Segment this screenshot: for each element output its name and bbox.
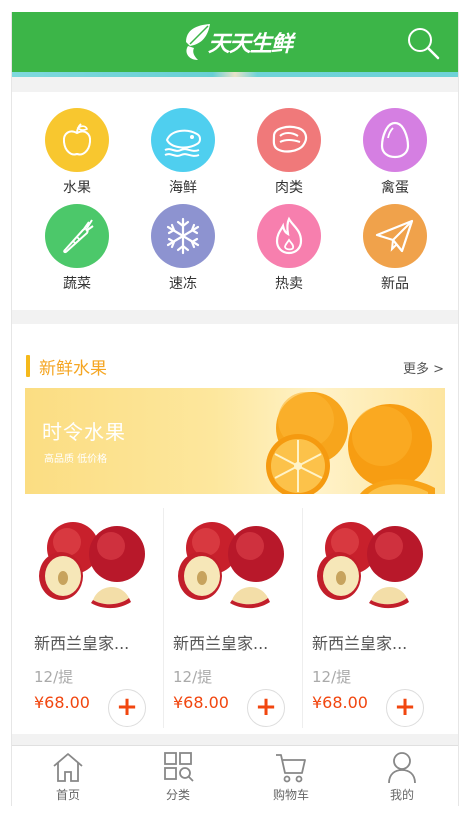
- apples-image: [317, 522, 423, 609]
- cart-icon: [276, 754, 306, 783]
- apples-image: [39, 522, 145, 609]
- section-accent-bar: [26, 355, 30, 377]
- category-eggs[interactable]: 禽蛋: [350, 108, 440, 197]
- fruit-section: 新鲜水果 更多 > 时令水果 高品质 低价格 新西兰皇家... 12/提 ¥68…: [12, 324, 458, 734]
- search-icon[interactable]: [406, 26, 440, 60]
- product-name: 新西兰皇家...: [312, 634, 408, 653]
- apple-icon: [45, 108, 109, 172]
- plus-icon: +: [116, 692, 138, 722]
- category-seafood[interactable]: 海鲜: [138, 108, 228, 197]
- tab-label: 首页: [55, 788, 80, 802]
- product-card[interactable]: 新西兰皇家... 12/提 ¥68.00 +: [25, 506, 163, 728]
- flame-icon: [257, 204, 321, 268]
- category-frozen[interactable]: 速冻: [138, 204, 228, 293]
- snowflake-icon: [151, 204, 215, 268]
- category-label: 水果: [63, 180, 91, 196]
- tab-profile[interactable]: 我的: [362, 750, 442, 803]
- section-title: 新鲜水果: [39, 359, 107, 379]
- tab-label: 分类: [165, 788, 190, 802]
- add-to-cart-button[interactable]: +: [108, 689, 146, 727]
- tab-category[interactable]: 分类: [138, 750, 218, 803]
- category-icon: [164, 752, 194, 782]
- tab-label: 购物车: [272, 788, 309, 802]
- category-new[interactable]: 新品: [350, 204, 440, 293]
- plus-icon: +: [394, 692, 416, 722]
- add-to-cart-button[interactable]: +: [247, 689, 285, 727]
- paper-plane-icon: [363, 204, 427, 268]
- category-label: 海鲜: [169, 180, 197, 196]
- category-grid: 水果 海鲜 肉类 禽蛋 蔬菜 速冻 热卖 新品: [12, 92, 458, 310]
- more-link[interactable]: 更多 >: [403, 358, 444, 377]
- category-fruit[interactable]: 水果: [32, 108, 122, 197]
- apples-image: [178, 522, 284, 609]
- product-price: ¥68.00: [34, 693, 90, 712]
- product-name: 新西兰皇家...: [34, 634, 130, 653]
- add-to-cart-button[interactable]: +: [386, 689, 424, 727]
- bottom-tab-bar: 首页 分类 购物车 我的: [12, 745, 458, 806]
- product-card[interactable]: 新西兰皇家... 12/提 ¥68.00 +: [164, 506, 302, 728]
- product-price: ¥68.00: [173, 693, 229, 712]
- promo-subtitle: 高品质 低价格: [44, 454, 108, 465]
- promo-banner[interactable]: 时令水果 高品质 低价格: [25, 388, 445, 494]
- egg-icon: [363, 108, 427, 172]
- category-meat[interactable]: 肉类: [244, 108, 334, 197]
- oranges-image: [266, 392, 435, 494]
- tab-cart[interactable]: 购物车: [251, 750, 331, 803]
- logo: 天天生鲜: [182, 20, 293, 64]
- category-label: 禽蛋: [381, 180, 409, 196]
- logo-text: 天天生鲜: [208, 32, 293, 57]
- category-label: 肉类: [275, 180, 303, 196]
- category-hot-sale[interactable]: 热卖: [244, 204, 334, 293]
- category-label: 新品: [381, 276, 409, 292]
- product-card[interactable]: 新西兰皇家... 12/提 ¥68.00 +: [303, 506, 441, 728]
- user-icon: [388, 752, 416, 784]
- fish-icon: [151, 108, 215, 172]
- plus-icon: +: [255, 692, 277, 722]
- tab-label: 我的: [389, 788, 414, 802]
- category-label: 热卖: [275, 276, 303, 292]
- meat-icon: [257, 108, 321, 172]
- home-icon: [53, 753, 83, 782]
- category-label: 速冻: [169, 276, 197, 292]
- category-vegetables[interactable]: 蔬菜: [32, 204, 122, 293]
- promo-title: 时令水果: [42, 420, 126, 444]
- product-unit: 12/提: [34, 668, 74, 686]
- tab-home[interactable]: 首页: [28, 750, 108, 803]
- product-unit: 12/提: [173, 668, 213, 686]
- header: 天天生鲜: [12, 12, 458, 72]
- app-screen: 天天生鲜 水果 海鲜 肉类 禽蛋 蔬菜 速冻 热卖 新品 新鲜水果 更多 > 时…: [11, 12, 459, 806]
- category-label: 蔬菜: [63, 276, 91, 292]
- carrot-icon: [45, 204, 109, 268]
- banner-carousel-edge[interactable]: [12, 72, 458, 77]
- product-price: ¥68.00: [312, 693, 368, 712]
- product-unit: 12/提: [312, 668, 352, 686]
- product-name: 新西兰皇家...: [173, 634, 269, 653]
